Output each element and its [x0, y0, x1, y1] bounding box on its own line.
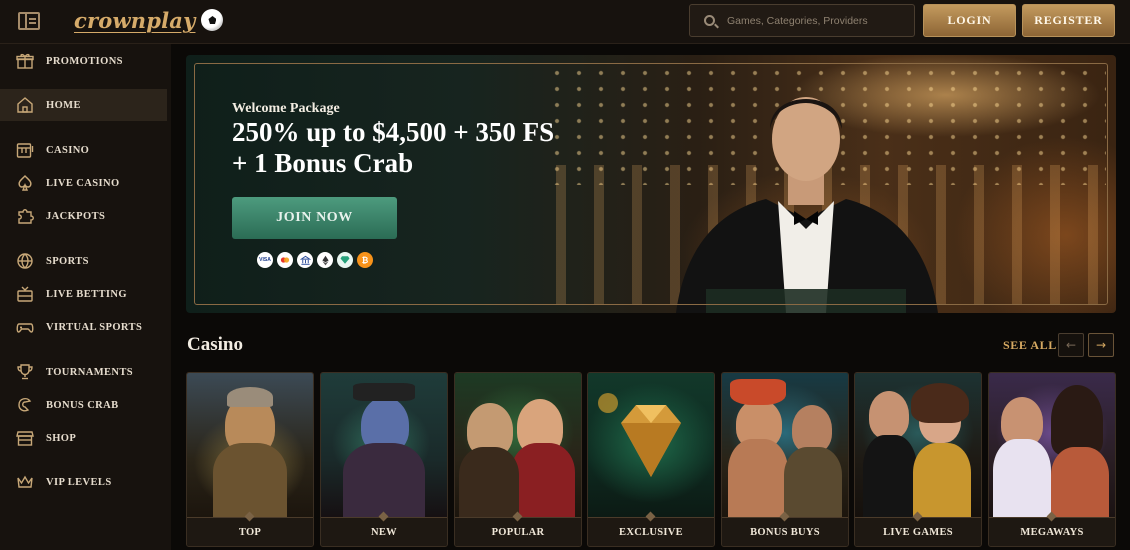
- join-now-button[interactable]: JOIN NOW: [232, 197, 397, 239]
- see-all-link[interactable]: SEE ALL: [1003, 338, 1057, 353]
- sidebar-toggle-icon[interactable]: [18, 12, 40, 30]
- sidebar-item-promotions[interactable]: PROMOTIONS: [0, 45, 167, 77]
- shop-icon: [16, 429, 34, 447]
- sidebar-item-virtual-sports[interactable]: VIRTUAL SPORTS: [0, 311, 167, 343]
- puzzle-icon: [16, 207, 34, 225]
- spade-icon: [16, 174, 34, 192]
- category-card-exclusive[interactable]: EXCLUSIVE: [587, 372, 715, 547]
- sidebar-item-shop[interactable]: SHOP: [0, 422, 167, 454]
- bank-icon: [297, 252, 313, 268]
- sidebar-item-label: BONUS CRAB: [46, 399, 119, 411]
- slot-machine-icon: [16, 141, 34, 159]
- category-card-image: [989, 373, 1115, 517]
- sidebar-item-label: LIVE BETTING: [46, 288, 127, 300]
- previous-arrow-button[interactable]: ←: [1058, 333, 1084, 357]
- sidebar-item-label: CASINO: [46, 144, 90, 156]
- sidebar-item-label: LIVE CASINO: [46, 177, 120, 189]
- category-card-popular[interactable]: POPULAR: [454, 372, 582, 547]
- search-input[interactable]: [727, 14, 907, 27]
- arrow-left-icon: ←: [1065, 338, 1077, 352]
- category-card-label: BONUS BUYS: [722, 517, 848, 546]
- trophy-icon: [16, 363, 34, 381]
- category-card-label: TOP: [187, 517, 313, 546]
- sidebar-item-label: PROMOTIONS: [46, 55, 123, 67]
- sidebar-item-label: SPORTS: [46, 255, 89, 267]
- home-icon: [16, 96, 34, 114]
- sidebar-item-live-betting[interactable]: LIVE BETTING: [0, 278, 167, 310]
- sidebar-item-vip-levels[interactable]: VIP LEVELS: [0, 466, 167, 498]
- sidebar-item-bonus-crab[interactable]: BONUS CRAB: [0, 389, 167, 421]
- crab-claw-icon: [16, 396, 34, 414]
- category-card-bonus-buys[interactable]: BONUS BUYS: [721, 372, 849, 547]
- search-box[interactable]: [689, 4, 915, 37]
- sidebar-item-label: HOME: [46, 99, 81, 111]
- sidebar-item-home[interactable]: HOME: [0, 89, 167, 121]
- register-button[interactable]: REGISTER: [1022, 4, 1115, 37]
- next-arrow-button[interactable]: →: [1088, 333, 1114, 357]
- visa-icon: VISA: [257, 252, 273, 268]
- sidebar-item-live-casino[interactable]: LIVE CASINO: [0, 167, 167, 199]
- mastercard-icon: [277, 252, 293, 268]
- category-card-image: [722, 373, 848, 517]
- category-card-label: EXCLUSIVE: [588, 517, 714, 546]
- category-card-new[interactable]: NEW: [320, 372, 448, 547]
- arrow-right-icon: →: [1095, 338, 1107, 352]
- live-betting-icon: [16, 285, 34, 303]
- welcome-package-subtitle: Welcome Package: [232, 101, 340, 116]
- category-card-image: [455, 373, 581, 517]
- category-card-top[interactable]: TOP: [186, 372, 314, 547]
- category-card-label: LIVE GAMES: [855, 517, 981, 546]
- category-card-image: [187, 373, 313, 517]
- gamepad-icon: [16, 318, 34, 336]
- casino-section-title: Casino: [187, 334, 243, 355]
- basketball-icon: [16, 252, 34, 270]
- sidebar-item-label: JACKPOTS: [46, 210, 106, 222]
- site-logo[interactable]: crownplay: [74, 5, 224, 35]
- sidebar-item-sports[interactable]: SPORTS: [0, 245, 167, 277]
- soccer-ball-icon: [201, 9, 224, 31]
- ethereum-icon: [317, 252, 333, 268]
- crown-icon: [16, 473, 34, 491]
- sidebar-item-label: SHOP: [46, 432, 77, 444]
- payment-methods: VISA ₿: [257, 252, 373, 268]
- sidebar-item-label: VIP LEVELS: [46, 476, 112, 488]
- gift-icon: [16, 52, 34, 70]
- bitcoin-icon: ₿: [357, 252, 373, 268]
- logo-text: crownplay: [74, 7, 196, 33]
- category-card-image: [321, 373, 447, 517]
- sidebar-item-label: TOURNAMENTS: [46, 366, 134, 378]
- welcome-banner[interactable]: Welcome Package 250% up to $4,500 + 350 …: [186, 55, 1116, 313]
- banner-frame: [194, 63, 1108, 305]
- category-card-image: [855, 373, 981, 517]
- sidebar-item-jackpots[interactable]: JACKPOTS: [0, 200, 167, 232]
- category-card-label: NEW: [321, 517, 447, 546]
- category-card-label: POPULAR: [455, 517, 581, 546]
- casino-category-carousel: TOP NEW POPULAR EXCLUSIVE BONUS BUYS LIV…: [186, 372, 1130, 550]
- sidebar-item-label: VIRTUAL SPORTS: [46, 321, 143, 333]
- sidebar-item-casino[interactable]: CASINO: [0, 134, 167, 166]
- category-card-megaways[interactable]: MEGAWAYS: [988, 372, 1116, 547]
- sidebar-item-tournaments[interactable]: TOURNAMENTS: [0, 356, 167, 388]
- tether-icon: [337, 252, 353, 268]
- sidebar: PROMOTIONS HOME CASINO LIVE CASINO JACKP…: [0, 44, 171, 550]
- login-button[interactable]: LOGIN: [923, 4, 1016, 37]
- search-icon: [704, 15, 715, 26]
- category-card-label: MEGAWAYS: [989, 517, 1115, 546]
- category-card-live-games[interactable]: LIVE GAMES: [854, 372, 982, 547]
- top-header: crownplay LOGIN REGISTER: [0, 0, 1130, 44]
- welcome-package-title: 250% up to $4,500 + 350 FS + 1 Bonus Cra…: [232, 117, 555, 178]
- category-card-image: [588, 373, 714, 517]
